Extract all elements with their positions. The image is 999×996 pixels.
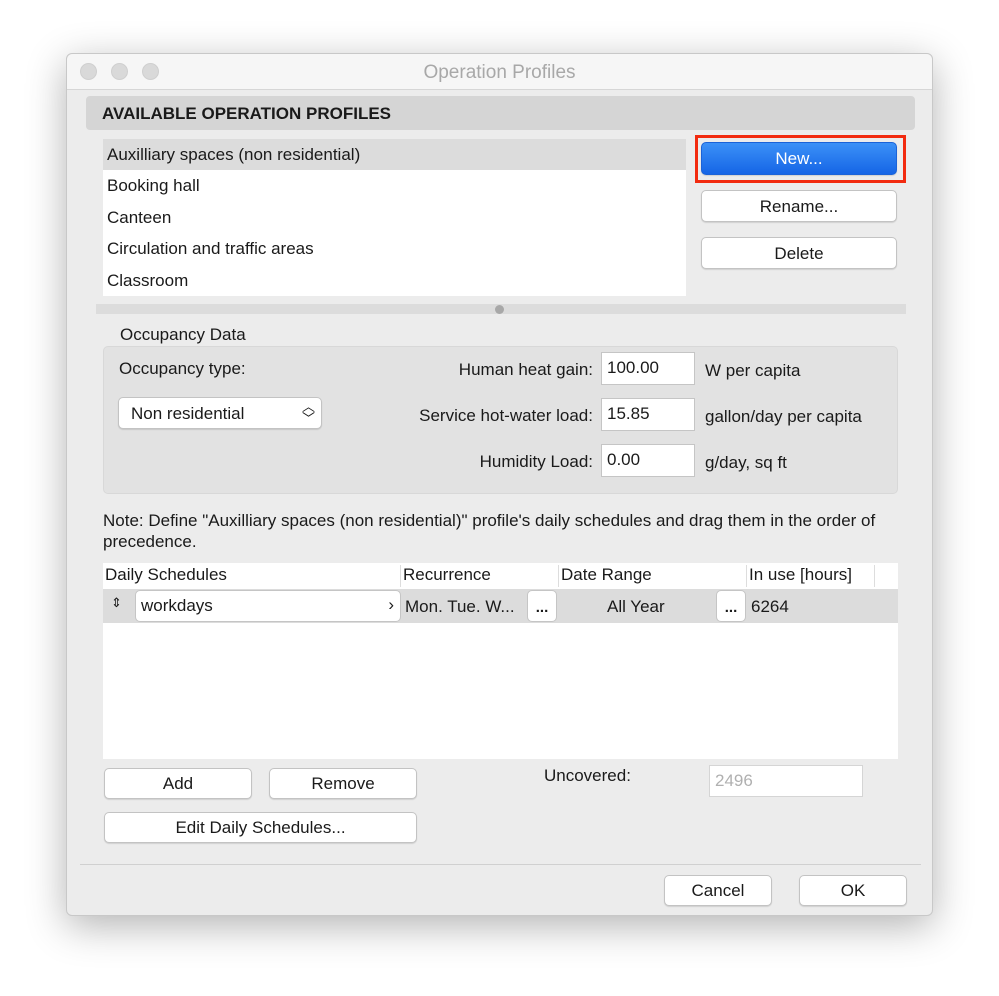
column-header[interactable]: Recurrence	[401, 565, 559, 587]
water-load-label: Service hot-water load:	[419, 406, 593, 425]
chevron-right-icon: ›	[388, 595, 394, 614]
humidity-label: Humidity Load:	[479, 452, 593, 471]
remove-button[interactable]: Remove	[269, 768, 417, 799]
add-button[interactable]: Add	[104, 768, 252, 799]
rename-button[interactable]: Rename...	[701, 190, 897, 222]
occupancy-type-label: Occupancy type:	[119, 359, 246, 378]
group-title: Occupancy Data	[120, 325, 246, 344]
edit-daily-schedules-button[interactable]: Edit Daily Schedules...	[104, 812, 417, 843]
uncovered-label: Uncovered:	[544, 766, 631, 785]
column-header[interactable]: Daily Schedules	[103, 565, 401, 587]
recurrence-edit-button[interactable]: ...	[527, 590, 557, 622]
title-bar: Operation Profiles	[67, 54, 932, 90]
delete-button[interactable]: Delete	[701, 237, 897, 269]
column-header[interactable]: Date Range	[559, 565, 747, 587]
list-item[interactable]: Canteen	[103, 202, 686, 233]
date-range-edit-button[interactable]: ...	[716, 590, 746, 622]
table-row[interactable]: ⇕ workdays › Mon. Tue. W... ... All Year …	[103, 589, 898, 623]
schedule-name: workdays	[141, 596, 213, 615]
occupancy-type-select[interactable]: Non residential ︿ ﹀	[118, 397, 322, 429]
window-title: Operation Profiles	[423, 62, 576, 83]
heat-gain-unit: W per capita	[705, 361, 801, 380]
list-item[interactable]: Circulation and traffic areas	[103, 233, 686, 264]
heat-gain-input[interactable]: 100.00	[601, 352, 695, 385]
water-load-input[interactable]: 15.85	[601, 398, 695, 431]
recurrence-value: Mon. Tue. W...	[405, 597, 515, 616]
humidity-input[interactable]: 0.00	[601, 444, 695, 477]
cancel-button[interactable]: Cancel	[664, 875, 772, 906]
water-load-unit: gallon/day per capita	[705, 407, 862, 426]
list-item[interactable]: Auxilliary spaces (non residential)	[103, 139, 686, 171]
updown-chevron-icon: ︿ ﹀	[301, 399, 315, 426]
humidity-unit: g/day, sq ft	[705, 453, 787, 472]
divider	[80, 864, 921, 865]
operation-profiles-dialog: Operation Profiles AVAILABLE OPERATION P…	[66, 53, 933, 916]
uncovered-field: 2496	[709, 765, 863, 797]
drag-handle-icon[interactable]: ⇕	[111, 595, 122, 611]
heat-gain-label: Human heat gain:	[458, 360, 593, 379]
profiles-list[interactable]: Auxilliary spaces (non residential) Book…	[103, 139, 686, 296]
list-item[interactable]: Classroom	[103, 265, 686, 296]
list-item[interactable]: Booking hall	[103, 170, 686, 201]
occupancy-type-value: Non residential	[131, 404, 245, 423]
date-range-value: All Year	[607, 597, 665, 616]
ok-button[interactable]: OK	[799, 875, 907, 906]
hours-value: 6264	[751, 597, 789, 616]
section-header: AVAILABLE OPERATION PROFILES	[86, 96, 915, 130]
note-text: Note: Define "Auxilliary spaces (non res…	[103, 511, 876, 551]
splitter-handle[interactable]	[495, 305, 504, 314]
column-header[interactable]: In use [hours]	[747, 565, 875, 587]
schedule-field[interactable]: workdays ›	[135, 590, 401, 622]
new-button[interactable]: New...	[701, 142, 897, 175]
schedules-table: Daily Schedules Recurrence Date Range In…	[103, 563, 898, 759]
